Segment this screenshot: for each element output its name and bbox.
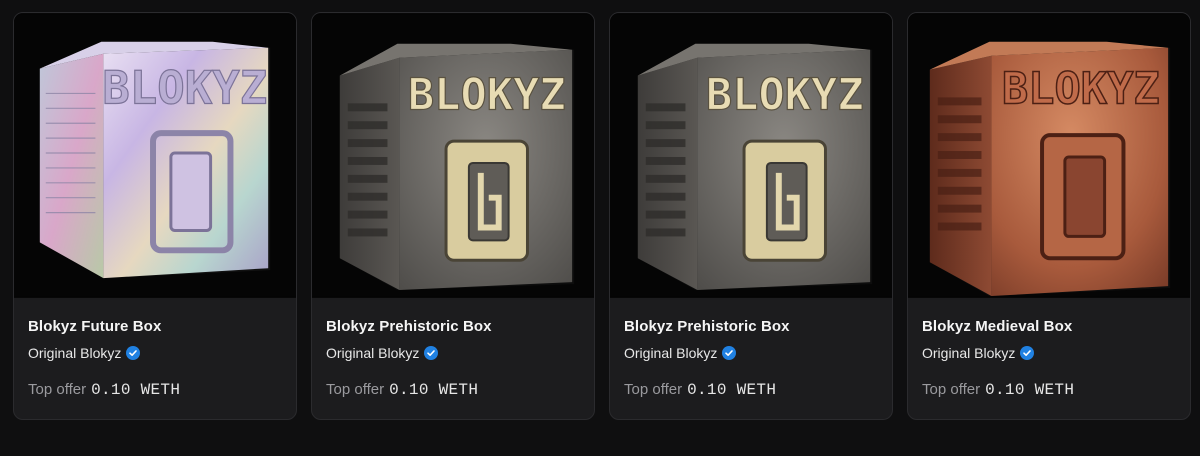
cube-image-stone: BLOKYZ: [610, 14, 892, 297]
top-offer-value: 0.10 WETH: [389, 381, 479, 399]
nft-title[interactable]: Blokyz Prehistoric Box: [326, 318, 580, 336]
creator-row: Original Blokyz: [922, 345, 1176, 361]
top-offer-label: Top offer: [28, 381, 87, 398]
nft-title[interactable]: Blokyz Future Box: [28, 318, 282, 336]
cube-lettering: BLOKYZ: [102, 61, 267, 114]
top-offer-label: Top offer: [326, 381, 385, 398]
nft-image[interactable]: BLOKYZ: [14, 13, 296, 298]
nft-image[interactable]: BLOKYZ: [908, 13, 1190, 298]
cube-image-holographic: BLOKYZ: [14, 14, 296, 297]
top-offer: Top offer 0.10 WETH: [624, 381, 878, 399]
verified-badge-icon: [424, 346, 439, 360]
creator-name[interactable]: Original Blokyz: [922, 345, 1015, 361]
cube-lettering: BLOKYZ: [706, 69, 864, 120]
verified-badge-icon: [722, 346, 737, 360]
creator-name[interactable]: Original Blokyz: [28, 345, 121, 361]
nft-card-grid: BLOKYZ Blokyz Future Box Original Blokyz…: [13, 12, 1193, 420]
cube-image-stone: BLOKYZ: [312, 14, 594, 297]
verified-badge-icon: [126, 346, 141, 360]
creator-row: Original Blokyz: [28, 345, 282, 361]
top-offer-value: 0.10 WETH: [985, 381, 1075, 399]
cube-lettering: BLOKYZ: [1002, 63, 1160, 114]
creator-name[interactable]: Original Blokyz: [624, 345, 717, 361]
nft-title[interactable]: Blokyz Prehistoric Box: [624, 318, 878, 336]
top-offer: Top offer 0.10 WETH: [326, 381, 580, 399]
top-offer-value: 0.10 WETH: [91, 381, 181, 399]
nft-card[interactable]: BLOKYZ Blokyz Future Box Original Blokyz…: [13, 12, 297, 420]
nft-image[interactable]: BLOKYZ: [312, 13, 594, 298]
top-offer: Top offer 0.10 WETH: [922, 381, 1176, 399]
top-offer-label: Top offer: [922, 381, 981, 398]
nft-image[interactable]: BLOKYZ: [610, 13, 892, 298]
nft-card[interactable]: BLOKYZ Blokyz Medieval Box Original Blok…: [907, 12, 1191, 420]
top-offer: Top offer 0.10 WETH: [28, 381, 282, 399]
cube-lettering: BLOKYZ: [408, 69, 566, 120]
top-offer-label: Top offer: [624, 381, 683, 398]
top-offer-value: 0.10 WETH: [687, 381, 777, 399]
creator-row: Original Blokyz: [326, 345, 580, 361]
cube-image-copper: BLOKYZ: [908, 14, 1190, 297]
nft-card[interactable]: BLOKYZ Blokyz Prehistoric Box Original B…: [609, 12, 893, 420]
nft-card[interactable]: BLOKYZ Blokyz Prehistoric Box Original B…: [311, 12, 595, 420]
verified-badge-icon: [1020, 346, 1035, 360]
creator-name[interactable]: Original Blokyz: [326, 345, 419, 361]
nft-title[interactable]: Blokyz Medieval Box: [922, 318, 1176, 336]
creator-row: Original Blokyz: [624, 345, 878, 361]
